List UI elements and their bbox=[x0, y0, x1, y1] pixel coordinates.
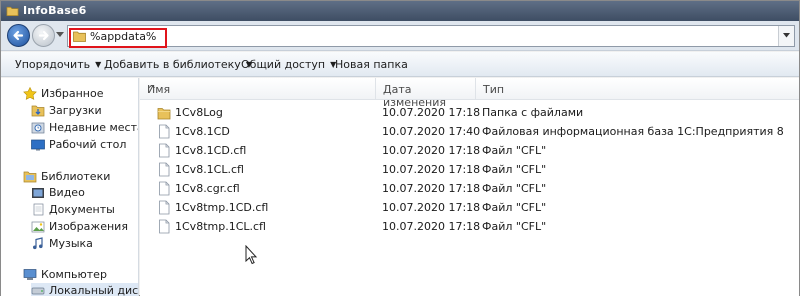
file-date: 10.07.2020 17:18 bbox=[382, 201, 481, 214]
file-date: 10.07.2020 17:18 bbox=[382, 220, 481, 233]
video-icon bbox=[32, 188, 44, 198]
file-icon bbox=[159, 124, 170, 139]
column-header-type[interactable]: Тип bbox=[476, 78, 799, 100]
address-history-dropdown[interactable] bbox=[778, 26, 794, 46]
forward-button[interactable] bbox=[32, 24, 55, 47]
file-date: 10.07.2020 17:18 bbox=[382, 144, 481, 157]
arrow-right-icon bbox=[38, 30, 49, 41]
folder-icon bbox=[6, 6, 19, 16]
navigation-pane: Избранное Загрузки Недавние места Рабочи… bbox=[1, 78, 139, 296]
file-date: 10.07.2020 17:18 bbox=[382, 106, 481, 119]
file-icon bbox=[159, 143, 170, 158]
file-name: 1Cv8.1CD.cfl bbox=[175, 144, 247, 157]
back-button[interactable] bbox=[7, 24, 30, 47]
hard-drive-icon bbox=[31, 287, 45, 295]
file-type: Файл "CFL" bbox=[482, 182, 547, 195]
column-header-name[interactable]: ^ Имя bbox=[140, 78, 376, 100]
window-title: InfoBase6 bbox=[23, 4, 87, 17]
file-icon bbox=[159, 162, 170, 177]
share-label: Общий доступ bbox=[241, 58, 326, 71]
explorer-window: InfoBase6 Упорядочить ▼ bbox=[0, 0, 800, 296]
file-name: 1Cv8tmp.1CD.cfl bbox=[175, 201, 269, 214]
file-name: 1Cv8.1CD bbox=[175, 125, 230, 138]
new-folder-button[interactable]: Новая папка bbox=[335, 58, 408, 71]
file-type: Файл "CFL" bbox=[482, 201, 547, 214]
sidebar-item-label: Документы bbox=[49, 203, 115, 216]
table-row[interactable]: 1Cv8.1CD 10.07.2020 17:40 Файловая информа… bbox=[140, 122, 799, 141]
file-icon bbox=[159, 181, 170, 196]
file-name: 1Cv8.cgr.cfl bbox=[175, 182, 240, 195]
images-icon bbox=[31, 221, 45, 233]
sidebar-item-label: Недавние места bbox=[49, 121, 139, 134]
sidebar-item-label: Рабочий стол bbox=[49, 138, 127, 151]
file-type: Файловая информационная база 1С:Предприя… bbox=[482, 125, 784, 138]
recent-places-icon bbox=[31, 122, 45, 134]
share-button[interactable]: Общий доступ ▼ bbox=[241, 58, 336, 71]
star-icon bbox=[23, 87, 37, 100]
chevron-down-icon bbox=[783, 33, 790, 38]
chevron-down-icon: ▼ bbox=[95, 60, 102, 69]
organize-button[interactable]: Упорядочить ▼ bbox=[15, 58, 101, 71]
add-to-library-button[interactable]: Добавить в библиотеку ▼ bbox=[104, 58, 252, 71]
file-list: ^ Имя Дата изменения Тип 1Cv8Log 10.07.20… bbox=[140, 78, 799, 296]
file-type: Файл "CFL" bbox=[482, 144, 547, 157]
address-bar[interactable] bbox=[67, 25, 795, 47]
table-row[interactable]: 1Cv8Log 10.07.2020 17:18 Папка с файлами bbox=[140, 103, 799, 122]
sidebar-item-label: Избранное bbox=[41, 87, 104, 100]
file-date: 10.07.2020 17:18 bbox=[382, 163, 481, 176]
sidebar-item-label: Локальный диск ( bbox=[49, 284, 139, 296]
computer-icon bbox=[23, 269, 37, 280]
arrow-left-icon bbox=[13, 30, 24, 41]
column-header-date[interactable]: Дата изменения bbox=[376, 78, 476, 109]
file-type: Файл "CFL" bbox=[482, 220, 547, 233]
sidebar-item-label: Компьютер bbox=[41, 268, 107, 281]
music-icon bbox=[33, 237, 43, 250]
table-row[interactable]: 1Cv8tmp.1CD.cfl 10.07.2020 17:18 Файл "CFL… bbox=[140, 198, 799, 217]
file-name: 1Cv8tmp.1CL.cfl bbox=[175, 220, 266, 233]
mouse-cursor-icon bbox=[245, 245, 258, 265]
libraries-icon bbox=[23, 171, 37, 183]
file-type: Папка с файлами bbox=[482, 106, 584, 119]
table-row[interactable]: 1Cv8tmp.1CL.cfl 10.07.2020 17:18 Файл "CFL… bbox=[140, 217, 799, 236]
new-folder-label: Новая папка bbox=[335, 58, 408, 71]
address-highlight-box bbox=[69, 28, 167, 48]
add-to-library-label: Добавить в библиотеку bbox=[104, 58, 241, 71]
file-name: 1Cv8.1CL.cfl bbox=[175, 163, 244, 176]
file-icon bbox=[159, 200, 170, 215]
documents-icon bbox=[33, 203, 44, 216]
sidebar-item-local-disk[interactable]: Локальный диск ( bbox=[31, 283, 139, 296]
title-bar[interactable]: InfoBase6 bbox=[1, 1, 799, 21]
file-date: 10.07.2020 17:18 bbox=[382, 182, 481, 195]
file-date: 10.07.2020 17:40 bbox=[382, 125, 481, 138]
column-header-label: Имя bbox=[147, 83, 171, 96]
command-bar: Упорядочить ▼ Добавить в библиотеку ▼ Общи… bbox=[1, 52, 799, 77]
address-input[interactable] bbox=[90, 27, 770, 45]
file-icon bbox=[159, 219, 170, 234]
sidebar-item-label: Библиотеки bbox=[41, 170, 111, 183]
recent-pages-dropdown[interactable] bbox=[56, 32, 64, 38]
sidebar-item-label: Загрузки bbox=[49, 104, 102, 117]
folder-icon bbox=[157, 108, 171, 120]
downloads-folder-icon bbox=[31, 105, 45, 117]
file-type: Файл "CFL" bbox=[482, 163, 547, 176]
sidebar-item-label: Изображения bbox=[49, 220, 128, 233]
sidebar-item-label: Видео bbox=[49, 186, 85, 199]
column-header-label: Тип bbox=[483, 83, 505, 96]
table-row[interactable]: 1Cv8.cgr.cfl 10.07.2020 17:18 Файл "CFL" bbox=[140, 179, 799, 198]
sidebar-item-label: Музыка bbox=[49, 237, 93, 250]
table-row[interactable]: 1Cv8.1CD.cfl 10.07.2020 17:18 Файл "CFL" bbox=[140, 141, 799, 160]
organize-label: Упорядочить bbox=[15, 58, 91, 71]
file-name: 1Cv8Log bbox=[175, 106, 223, 119]
table-row[interactable]: 1Cv8.1CL.cfl 10.07.2020 17:18 Файл "CFL" bbox=[140, 160, 799, 179]
desktop-icon bbox=[31, 139, 45, 151]
